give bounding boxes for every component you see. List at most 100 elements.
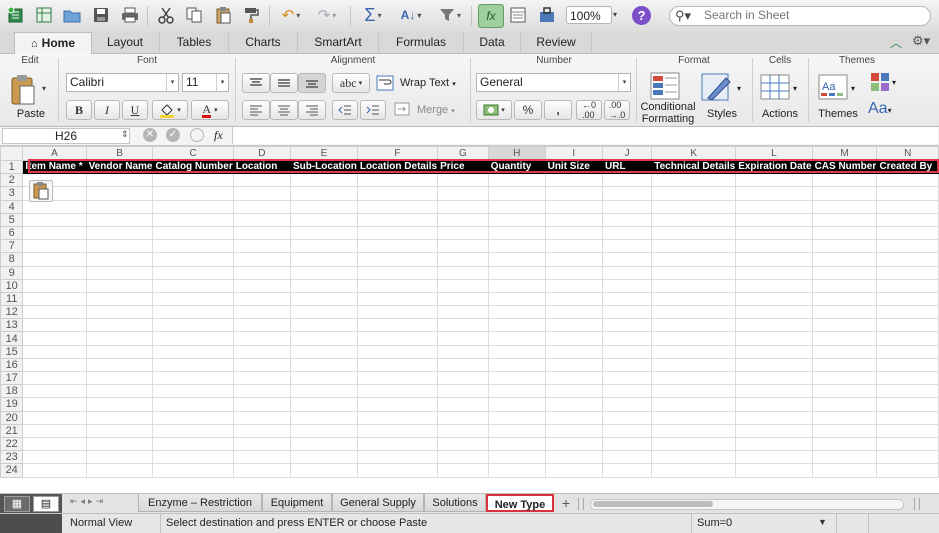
cell[interactable] [876, 450, 939, 465]
cell[interactable] [602, 252, 653, 267]
cell[interactable] [85, 225, 154, 241]
cell[interactable] [232, 252, 291, 267]
cell[interactable] [602, 225, 653, 241]
cell[interactable] [152, 331, 234, 346]
header-cell[interactable]: Quantity [487, 159, 546, 175]
comma-button[interactable]: , [544, 100, 572, 120]
new-workbook-icon[interactable] [4, 4, 28, 26]
cell[interactable] [651, 305, 737, 320]
open-folder-icon[interactable] [60, 4, 84, 26]
header-cell[interactable]: Expiration Date [735, 159, 813, 175]
cell[interactable] [289, 423, 358, 438]
sum-dropdown-icon[interactable]: ▼ [818, 517, 827, 527]
cell[interactable] [876, 357, 939, 373]
cell[interactable] [602, 450, 653, 465]
cell[interactable] [356, 397, 439, 412]
column-header[interactable]: N [876, 146, 939, 161]
cell[interactable] [85, 212, 154, 227]
cell[interactable] [85, 291, 154, 307]
cell[interactable] [735, 252, 813, 267]
cell[interactable] [437, 344, 489, 359]
cell[interactable] [735, 463, 813, 478]
cell[interactable] [152, 212, 234, 227]
row-header[interactable]: 22 [0, 436, 24, 452]
cell[interactable] [811, 384, 878, 399]
cell[interactable] [437, 173, 489, 188]
cell[interactable] [232, 239, 291, 254]
formula-builder-icon[interactable]: fx [478, 4, 504, 28]
tab-charts[interactable]: Charts [229, 32, 298, 53]
cell[interactable] [487, 212, 546, 227]
cell[interactable] [289, 370, 358, 386]
theme-colors-dropdown-icon[interactable]: ▾ [892, 78, 896, 87]
cell[interactable] [544, 331, 604, 346]
cell[interactable] [735, 318, 813, 333]
cell[interactable] [651, 239, 737, 254]
cell[interactable] [152, 291, 234, 307]
cell[interactable] [876, 384, 939, 399]
cell[interactable] [356, 239, 439, 254]
cell[interactable] [22, 436, 87, 452]
cell[interactable] [232, 410, 291, 425]
cell[interactable] [487, 344, 546, 359]
cell[interactable] [811, 357, 878, 373]
row-header[interactable]: 15 [0, 344, 24, 359]
cell[interactable] [356, 463, 439, 478]
row-header[interactable]: 4 [0, 199, 24, 214]
cell[interactable] [232, 186, 291, 201]
function-wizard-icon[interactable] [190, 128, 204, 142]
cancel-icon[interactable]: ✕ [143, 128, 157, 142]
cell[interactable] [544, 436, 604, 452]
cell[interactable] [544, 384, 604, 399]
cell[interactable] [289, 186, 358, 201]
cell[interactable] [602, 397, 653, 412]
cell[interactable] [356, 436, 439, 452]
tab-home[interactable]: ⌂ Home [14, 32, 92, 55]
fill-color-button[interactable]: ▾ [152, 100, 188, 120]
underline-button[interactable]: U [122, 100, 148, 120]
header-cell[interactable]: Item Name * [22, 159, 87, 175]
cell[interactable] [487, 305, 546, 320]
cell[interactable] [152, 410, 234, 425]
cell[interactable] [651, 397, 737, 412]
cell[interactable] [356, 186, 439, 201]
increase-decimal-button[interactable]: ←0.00 [576, 100, 602, 120]
cell[interactable] [876, 397, 939, 412]
cell[interactable] [544, 318, 604, 333]
cut-icon[interactable] [154, 4, 178, 26]
cell[interactable] [651, 212, 737, 227]
cell[interactable] [811, 397, 878, 412]
cell[interactable] [289, 463, 358, 478]
cell[interactable] [152, 318, 234, 333]
row-header[interactable]: 3 [0, 186, 24, 201]
wrap-text-icon[interactable] [376, 75, 394, 94]
cell[interactable] [876, 265, 939, 280]
cell[interactable] [22, 278, 87, 293]
cell[interactable] [876, 186, 939, 201]
cell[interactable] [85, 384, 154, 399]
cell[interactable] [22, 291, 87, 307]
cell[interactable] [152, 305, 234, 320]
cell[interactable] [651, 357, 737, 373]
cell[interactable] [85, 450, 154, 465]
cell[interactable] [735, 278, 813, 293]
cell[interactable] [651, 423, 737, 438]
cell[interactable] [487, 239, 546, 254]
cell[interactable] [602, 463, 653, 478]
cell[interactable] [735, 291, 813, 307]
cell[interactable] [437, 423, 489, 438]
cell[interactable] [876, 278, 939, 293]
cell[interactable] [232, 384, 291, 399]
cell[interactable] [651, 370, 737, 386]
conditional-formatting-button[interactable]: Conditional Formatting [638, 101, 698, 125]
cell[interactable] [544, 239, 604, 254]
row-header[interactable]: 7 [0, 239, 24, 254]
column-header[interactable]: C [152, 146, 234, 161]
cell[interactable] [544, 357, 604, 373]
header-cell[interactable]: Location Details [356, 159, 439, 175]
zoom-dropdown-icon[interactable]: ▾ [613, 6, 623, 24]
format-painter-icon[interactable] [240, 4, 264, 26]
cell[interactable] [651, 186, 737, 201]
cell[interactable] [735, 370, 813, 386]
cell[interactable] [487, 370, 546, 386]
